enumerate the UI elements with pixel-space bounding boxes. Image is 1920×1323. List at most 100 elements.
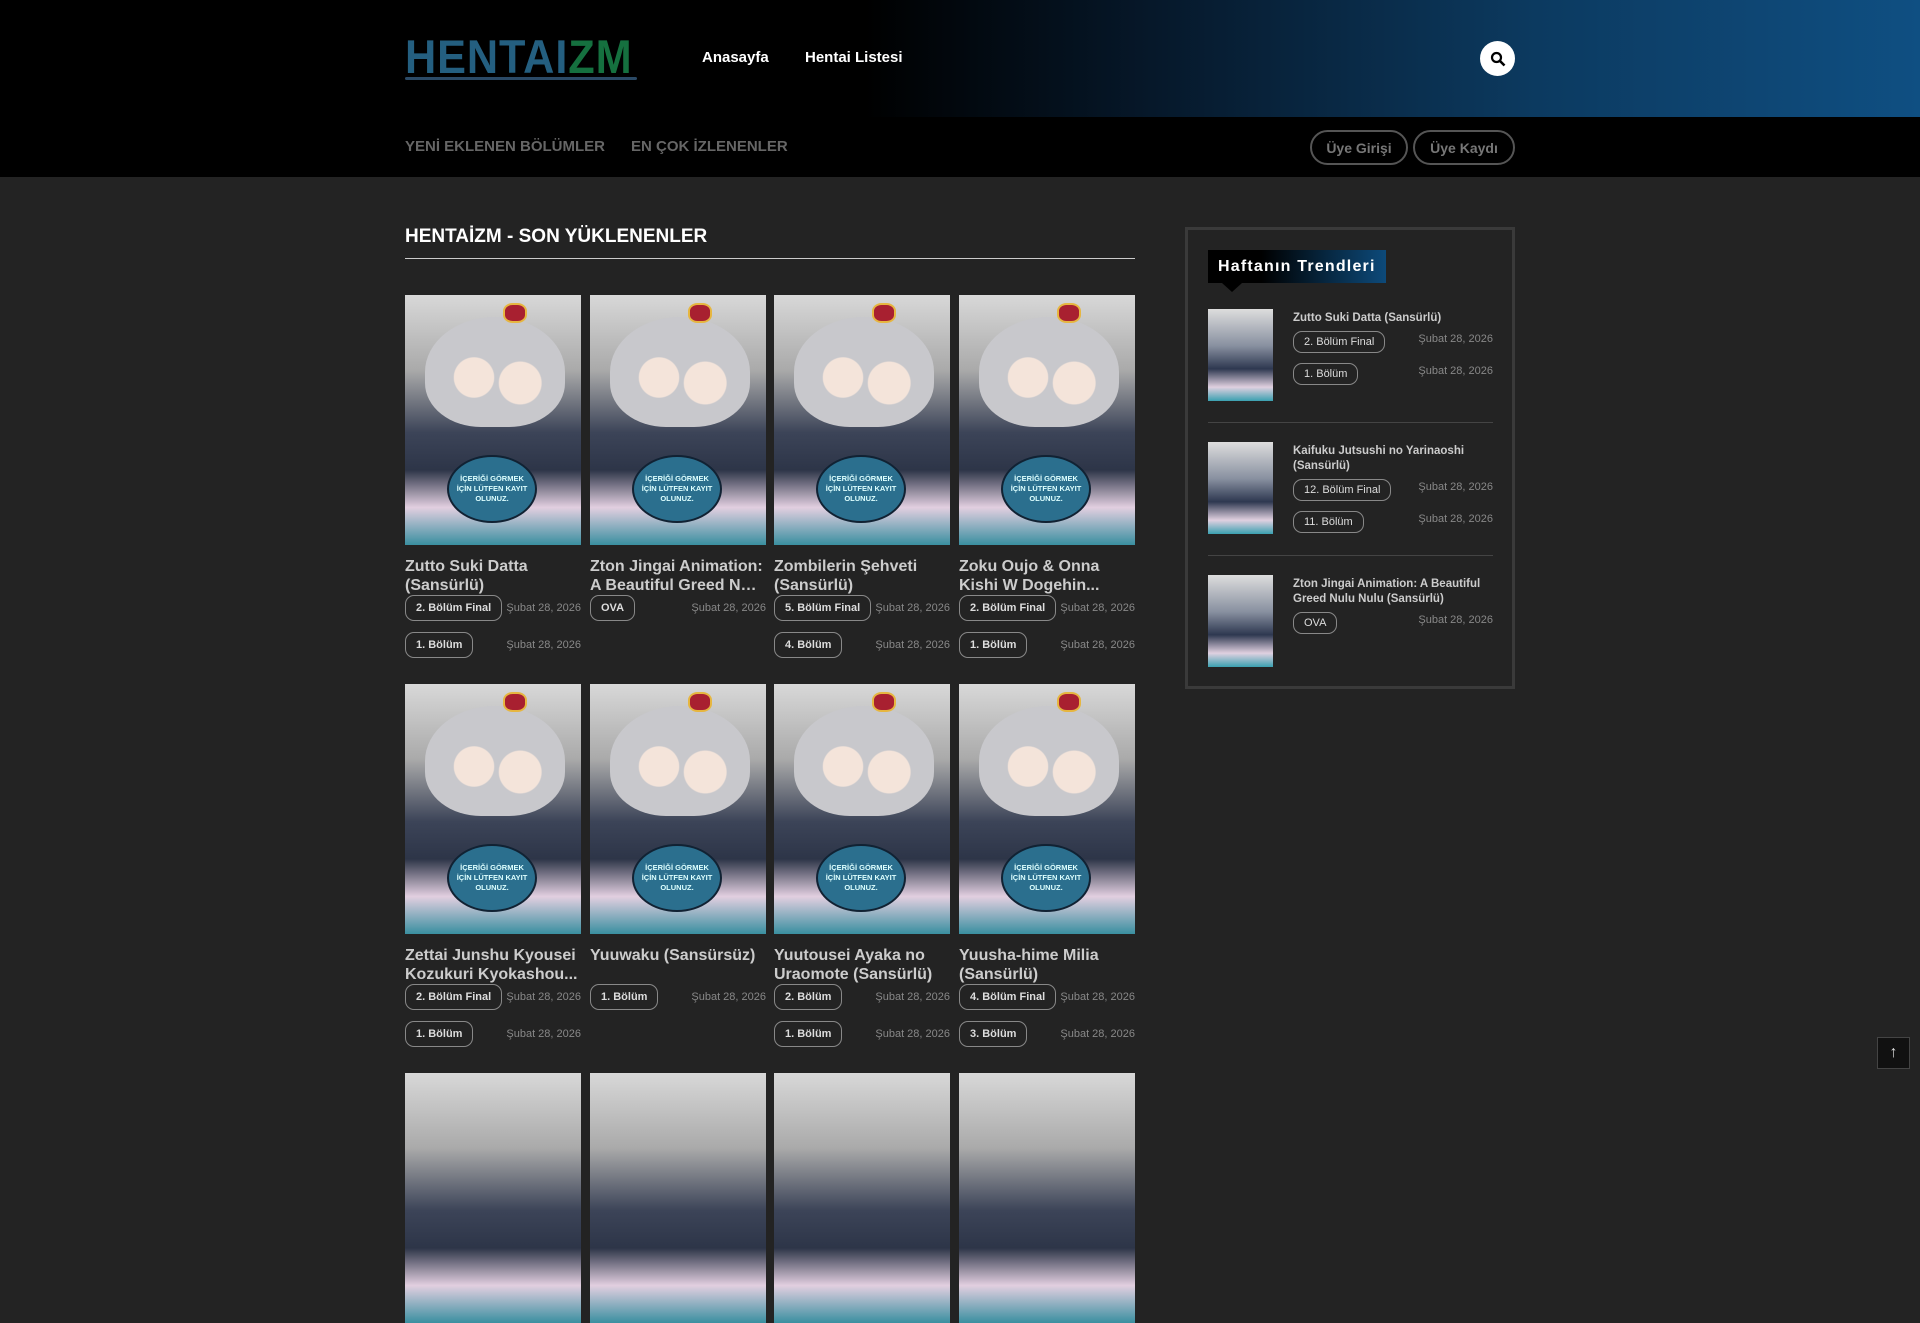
anime-title[interactable]: Yuuwaku (Sansürsüz) [590, 946, 766, 984]
anime-title[interactable]: Zutto Suki Datta (Sansürlü) [405, 557, 581, 595]
nav-most-watched[interactable]: EN ÇOK İZLENENLER [631, 138, 788, 155]
trending-thumbnail[interactable] [1208, 309, 1273, 401]
register-button[interactable]: Üye Kaydı [1413, 130, 1515, 165]
anime-thumbnail[interactable] [590, 1073, 766, 1323]
sidebar-title-pointer [1222, 283, 1242, 292]
episode-row: 2. Bölüm Final Şubat 28, 2026 [405, 984, 581, 1010]
episode-badge[interactable]: 2. Bölüm Final [1293, 331, 1386, 353]
anime-title[interactable]: Yuusha-hime Milia (Sansürlü) [959, 946, 1135, 984]
thumbnail-notice[interactable]: İÇERİĞİ GÖRMEK İÇİN LÜTFEN KAYIT OLUNUZ. [632, 455, 722, 523]
search-icon [1490, 51, 1505, 66]
thumbnail-notice[interactable]: İÇERİĞİ GÖRMEK İÇİN LÜTFEN KAYIT OLUNUZ. [632, 844, 722, 912]
episode-badge[interactable]: 1. Bölüm [774, 1021, 843, 1047]
thumbnail-art-crown [872, 692, 896, 712]
episode-row: 1. Bölüm Şubat 28, 2026 [405, 1021, 581, 1047]
trending-thumbnail[interactable] [1208, 575, 1273, 667]
thumbnail-art-crown [503, 303, 527, 323]
thumbnail-art [979, 317, 1119, 427]
episode-badge[interactable]: 2. Bölüm Final [959, 595, 1057, 621]
thumbnail-notice[interactable]: İÇERİĞİ GÖRMEK İÇİN LÜTFEN KAYIT OLUNUZ. [816, 844, 906, 912]
episode-badge[interactable]: 12. Bölüm Final [1293, 479, 1392, 501]
nav-new-episodes[interactable]: YENİ EKLENEN BÖLÜMLER [405, 138, 605, 155]
episode-row: 5. Bölüm Final Şubat 28, 2026 [774, 595, 950, 621]
episode-date: Şubat 28, 2026 [1418, 365, 1493, 377]
episode-badge[interactable]: 2. Bölüm [774, 984, 843, 1010]
episode-badge[interactable]: 4. Bölüm Final [959, 984, 1057, 1010]
anime-title[interactable]: Zettai Junshu Kyousei Kozukuri Kyokashou… [405, 946, 581, 984]
anime-thumbnail[interactable]: İÇERİĞİ GÖRMEK İÇİN LÜTFEN KAYIT OLUNUZ. [959, 295, 1135, 545]
episode-date: Şubat 28, 2026 [506, 602, 581, 614]
episode-row: 4. Bölüm Final Şubat 28, 2026 [959, 984, 1135, 1010]
back-to-top-button[interactable]: ↑ [1877, 1037, 1910, 1069]
episode-badge[interactable]: 1. Bölüm [405, 632, 474, 658]
episode-date: Şubat 28, 2026 [1060, 1028, 1135, 1040]
episode-date: Şubat 28, 2026 [1418, 481, 1493, 493]
episode-badge[interactable]: OVA [590, 595, 636, 621]
login-button[interactable]: Üye Girişi [1310, 130, 1408, 165]
trending-episode-row: 2. Bölüm Final Şubat 28, 2026 [1293, 331, 1493, 353]
anime-thumbnail[interactable] [774, 1073, 950, 1323]
episode-badge[interactable]: 1. Bölüm [1293, 363, 1359, 385]
site-logo[interactable]: HENTAIZM [405, 33, 633, 80]
episode-row: 2. Bölüm Final Şubat 28, 2026 [405, 595, 581, 621]
thumbnail-notice[interactable]: İÇERİĞİ GÖRMEK İÇİN LÜTFEN KAYIT OLUNUZ. [1001, 455, 1091, 523]
anime-title[interactable]: Zoku Oujo & Onna Kishi W Dogehin... [959, 557, 1135, 595]
episode-row: 2. Bölüm Şubat 28, 2026 [774, 984, 950, 1010]
anime-title[interactable]: Yuutousei Ayaka no Uraomote (Sansürlü) [774, 946, 950, 984]
episode-row: 1. Bölüm Şubat 28, 2026 [405, 632, 581, 658]
trending-title[interactable]: Zutto Suki Datta (Sansürlü) [1293, 311, 1493, 326]
trending-title[interactable]: Kaifuku Jutsushi no Yarinaoshi (Sansürlü… [1293, 444, 1493, 474]
anime-card[interactable]: İÇERİĞİ GÖRMEK İÇİN LÜTFEN KAYIT OLUNUZ.… [774, 684, 950, 1058]
episode-badge[interactable]: 5. Bölüm Final [774, 595, 872, 621]
episode-badge[interactable]: 1. Bölüm [959, 632, 1028, 658]
episode-badge[interactable]: 1. Bölüm [590, 984, 659, 1010]
nav-home[interactable]: Anasayfa [702, 49, 769, 66]
episode-date: Şubat 28, 2026 [1060, 639, 1135, 651]
anime-thumbnail[interactable] [959, 1073, 1135, 1323]
anime-thumbnail[interactable]: İÇERİĞİ GÖRMEK İÇİN LÜTFEN KAYIT OLUNUZ. [959, 684, 1135, 934]
thumbnail-notice[interactable]: İÇERİĞİ GÖRMEK İÇİN LÜTFEN KAYIT OLUNUZ. [816, 455, 906, 523]
anime-card[interactable]: İÇERİĞİ GÖRMEK İÇİN LÜTFEN KAYIT OLUNUZ.… [959, 295, 1135, 669]
anime-thumbnail[interactable]: İÇERİĞİ GÖRMEK İÇİN LÜTFEN KAYIT OLUNUZ. [405, 684, 581, 934]
episode-badge[interactable]: 4. Bölüm [774, 632, 843, 658]
anime-thumbnail[interactable]: İÇERİĞİ GÖRMEK İÇİN LÜTFEN KAYIT OLUNUZ. [590, 684, 766, 934]
anime-card[interactable]: İÇERİĞİ GÖRMEK İÇİN LÜTFEN KAYIT OLUNUZ.… [405, 684, 581, 1058]
trending-info: Zton Jingai Animation: A Beautiful Greed… [1293, 575, 1493, 644]
anime-title[interactable]: Zton Jingai Animation: A Beautiful Greed… [590, 557, 766, 595]
anime-thumbnail[interactable]: İÇERİĞİ GÖRMEK İÇİN LÜTFEN KAYIT OLUNUZ. [774, 295, 950, 545]
trending-divider [1208, 422, 1493, 423]
thumbnail-notice[interactable]: İÇERİĞİ GÖRMEK İÇİN LÜTFEN KAYIT OLUNUZ. [447, 455, 537, 523]
thumbnail-notice[interactable]: İÇERİĞİ GÖRMEK İÇİN LÜTFEN KAYIT OLUNUZ. [447, 844, 537, 912]
anime-card[interactable]: İÇERİĞİ GÖRMEK İÇİN LÜTFEN KAYIT OLUNUZ.… [774, 295, 950, 669]
anime-card[interactable]: İÇERİĞİ GÖRMEK İÇİN LÜTFEN KAYIT OLUNUZ.… [590, 295, 766, 632]
episode-date: Şubat 28, 2026 [1418, 333, 1493, 345]
anime-card[interactable]: İÇERİĞİ GÖRMEK İÇİN LÜTFEN KAYIT OLUNUZ.… [405, 295, 581, 669]
anime-thumbnail[interactable]: İÇERİĞİ GÖRMEK İÇİN LÜTFEN KAYIT OLUNUZ. [590, 295, 766, 545]
thumbnail-art-crown [688, 303, 712, 323]
search-button[interactable] [1480, 41, 1515, 76]
episode-badge[interactable]: 1. Bölüm [405, 1021, 474, 1047]
logo-text-a: HENTAI [405, 30, 569, 83]
anime-card[interactable]: İÇERİĞİ GÖRMEK İÇİN LÜTFEN KAYIT OLUNUZ.… [590, 684, 766, 1021]
anime-title[interactable]: Zombilerin Şehveti (Sansürlü) [774, 557, 950, 595]
episode-date: Şubat 28, 2026 [506, 991, 581, 1003]
anime-thumbnail[interactable] [405, 1073, 581, 1323]
trending-thumbnail[interactable] [1208, 442, 1273, 534]
thumbnail-notice[interactable]: İÇERİĞİ GÖRMEK İÇİN LÜTFEN KAYIT OLUNUZ. [1001, 844, 1091, 912]
trending-episode-row: OVA Şubat 28, 2026 [1293, 612, 1493, 634]
anime-card[interactable]: İÇERİĞİ GÖRMEK İÇİN LÜTFEN KAYIT OLUNUZ.… [959, 684, 1135, 1058]
anime-thumbnail[interactable]: İÇERİĞİ GÖRMEK İÇİN LÜTFEN KAYIT OLUNUZ. [405, 295, 581, 545]
trending-title[interactable]: Zton Jingai Animation: A Beautiful Greed… [1293, 577, 1493, 607]
anime-thumbnail[interactable]: İÇERİĞİ GÖRMEK İÇİN LÜTFEN KAYIT OLUNUZ. [774, 684, 950, 934]
nav-hentai-list[interactable]: Hentai Listesi [805, 49, 903, 66]
trending-episode-row: 11. Bölüm Şubat 28, 2026 [1293, 511, 1493, 533]
episode-badge[interactable]: 2. Bölüm Final [405, 984, 503, 1010]
episode-date: Şubat 28, 2026 [875, 602, 950, 614]
episode-date: Şubat 28, 2026 [875, 639, 950, 651]
episode-badge[interactable]: 3. Bölüm [959, 1021, 1028, 1047]
secondary-nav: YENİ EKLENEN BÖLÜMLER EN ÇOK İZLENENLER … [0, 117, 1920, 177]
episode-badge[interactable]: 11. Bölüm [1293, 511, 1364, 533]
episode-badge[interactable]: 2. Bölüm Final [405, 595, 503, 621]
episode-row: 1. Bölüm Şubat 28, 2026 [959, 632, 1135, 658]
episode-badge[interactable]: OVA [1293, 612, 1338, 634]
